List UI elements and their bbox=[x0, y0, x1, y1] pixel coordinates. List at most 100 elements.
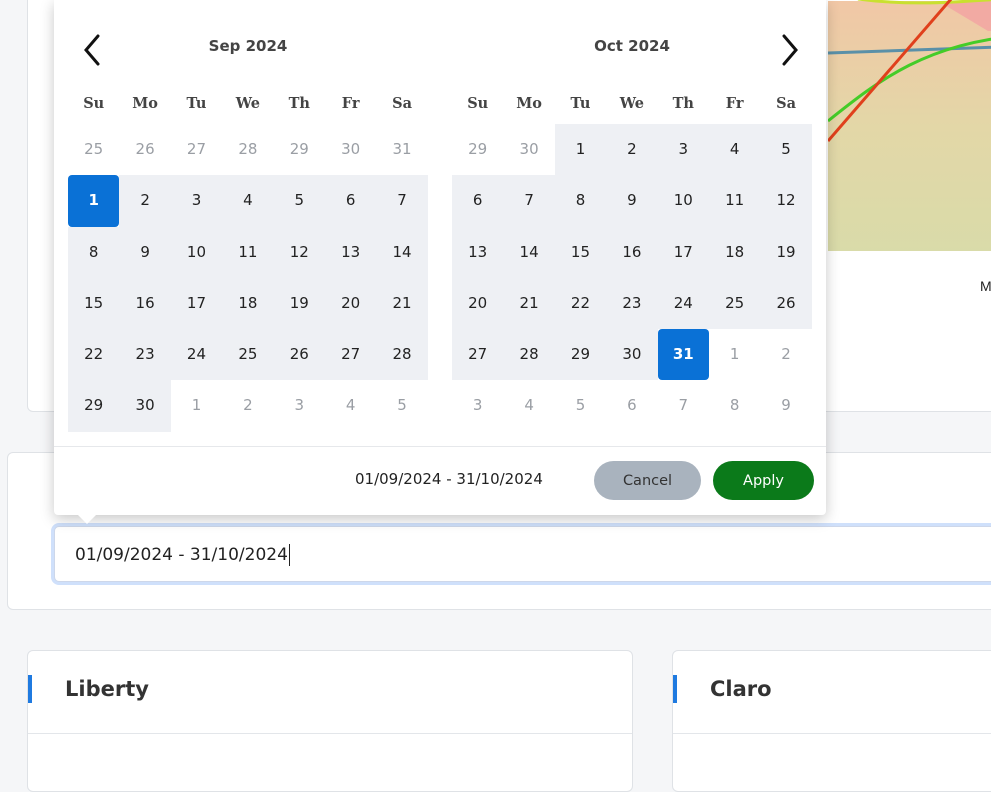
month-title: Oct 2024 bbox=[594, 37, 670, 55]
calendar-day[interactable]: 28 bbox=[376, 329, 428, 381]
calendar-day[interactable]: 13 bbox=[324, 226, 377, 278]
weekday-label: Sa bbox=[776, 95, 796, 112]
calendar-day[interactable]: 16 bbox=[119, 277, 171, 330]
calendar-day[interactable]: 7 bbox=[657, 380, 709, 432]
calendar-day[interactable]: 26 bbox=[119, 124, 171, 176]
calendar-day[interactable]: 18 bbox=[708, 226, 761, 278]
calendar-day[interactable]: 11 bbox=[708, 175, 761, 227]
panel-divider bbox=[673, 733, 991, 734]
calendar-day[interactable]: 18 bbox=[222, 277, 274, 330]
calendar-day[interactable]: 27 bbox=[324, 329, 377, 381]
text-caret bbox=[288, 544, 290, 566]
calendar-day[interactable]: 6 bbox=[606, 380, 658, 432]
calendar-day[interactable]: 5 bbox=[273, 175, 325, 227]
calendar-day[interactable]: 16 bbox=[606, 226, 658, 278]
weekday-label: Su bbox=[467, 95, 489, 112]
calendar-day[interactable]: 24 bbox=[657, 277, 709, 330]
calendar-day[interactable]: 3 bbox=[452, 380, 504, 432]
calendar-day[interactable]: 25 bbox=[222, 329, 274, 381]
calendar-day[interactable]: 8 bbox=[68, 226, 120, 278]
weekday-label: Fr bbox=[341, 95, 360, 112]
calendar-day[interactable]: 2 bbox=[760, 329, 812, 381]
weekday-label: Tu bbox=[186, 95, 207, 112]
calendar-day[interactable]: 25 bbox=[68, 124, 120, 176]
calendar-day[interactable]: 9 bbox=[760, 380, 812, 432]
calendar-day[interactable]: 19 bbox=[273, 277, 325, 330]
weekday-label: We bbox=[235, 95, 261, 112]
calendar-day[interactable]: 21 bbox=[376, 277, 428, 330]
calendar-day-selected[interactable]: 1 bbox=[68, 175, 120, 227]
calendar-day[interactable]: 3 bbox=[657, 124, 709, 176]
weekday-label: Th bbox=[288, 95, 310, 112]
calendar-day[interactable]: 7 bbox=[503, 175, 555, 227]
x-axis-tick-label: May bbox=[980, 278, 991, 294]
calendar-day[interactable]: 3 bbox=[170, 175, 223, 227]
calendar-day[interactable]: 5 bbox=[554, 380, 607, 432]
selected-range-text: 01/09/2024 - 31/10/2024 bbox=[355, 470, 543, 488]
calendar-day[interactable]: 17 bbox=[170, 277, 223, 330]
calendar-day[interactable]: 8 bbox=[554, 175, 607, 227]
calendar-day[interactable]: 27 bbox=[452, 329, 504, 381]
calendar-day[interactable]: 2 bbox=[606, 124, 658, 176]
calendar-day[interactable]: 31 bbox=[376, 124, 428, 176]
calendar-day-selected[interactable]: 31 bbox=[657, 329, 709, 381]
calendar-day[interactable]: 10 bbox=[170, 226, 223, 278]
calendar-day[interactable]: 30 bbox=[606, 329, 658, 381]
calendar-day[interactable]: 4 bbox=[324, 380, 377, 432]
calendar-day[interactable]: 1 bbox=[170, 380, 223, 432]
calendar-day[interactable]: 5 bbox=[376, 380, 428, 432]
calendar-day[interactable]: 2 bbox=[222, 380, 274, 432]
calendar-day[interactable]: 29 bbox=[68, 380, 120, 432]
calendar-day[interactable]: 20 bbox=[452, 277, 504, 330]
calendar-day[interactable]: 5 bbox=[760, 124, 812, 176]
calendar-day[interactable]: 26 bbox=[760, 277, 812, 330]
calendar-day[interactable]: 2 bbox=[119, 175, 171, 227]
weekday-label: We bbox=[619, 95, 645, 112]
calendar-day[interactable]: 27 bbox=[170, 124, 223, 176]
calendar-day[interactable]: 30 bbox=[324, 124, 377, 176]
calendar-day[interactable]: 3 bbox=[273, 380, 325, 432]
calendar-day[interactable]: 9 bbox=[119, 226, 171, 278]
calendar-day[interactable]: 23 bbox=[606, 277, 658, 330]
calendar-day[interactable]: 30 bbox=[119, 380, 171, 432]
calendar-day[interactable]: 6 bbox=[452, 175, 504, 227]
calendar-day[interactable]: 12 bbox=[273, 226, 325, 278]
calendar-day[interactable]: 11 bbox=[222, 226, 274, 278]
calendar-day[interactable]: 28 bbox=[222, 124, 274, 176]
calendar-day[interactable]: 4 bbox=[708, 124, 761, 176]
calendar-day[interactable]: 1 bbox=[708, 329, 761, 381]
calendar-day[interactable]: 17 bbox=[657, 226, 709, 278]
calendar-day[interactable]: 10 bbox=[657, 175, 709, 227]
calendar-day[interactable]: 4 bbox=[503, 380, 555, 432]
calendar-day[interactable]: 24 bbox=[170, 329, 223, 381]
calendar-day[interactable]: 28 bbox=[503, 329, 555, 381]
calendar-day[interactable]: 13 bbox=[452, 226, 504, 278]
weekday-label: Su bbox=[83, 95, 105, 112]
calendar-day[interactable]: 7 bbox=[376, 175, 428, 227]
calendar-day[interactable]: 19 bbox=[760, 226, 812, 278]
calendar-day[interactable]: 15 bbox=[68, 277, 120, 330]
calendar-day[interactable]: 29 bbox=[452, 124, 504, 176]
apply-button[interactable]: Apply bbox=[713, 461, 814, 500]
calendar-day[interactable]: 29 bbox=[554, 329, 607, 381]
calendar-day[interactable]: 12 bbox=[760, 175, 812, 227]
calendar-day[interactable]: 8 bbox=[708, 380, 761, 432]
date-range-input[interactable]: 01/09/2024 - 31/10/2024 bbox=[54, 526, 991, 582]
calendar-day[interactable]: 29 bbox=[273, 124, 325, 176]
calendar-day[interactable]: 20 bbox=[324, 277, 377, 330]
calendar-day[interactable]: 1 bbox=[554, 124, 607, 176]
calendar-day[interactable]: 23 bbox=[119, 329, 171, 381]
calendar-day[interactable]: 14 bbox=[503, 226, 555, 278]
calendar-day[interactable]: 25 bbox=[708, 277, 761, 330]
calendar-day[interactable]: 14 bbox=[376, 226, 428, 278]
calendar-day[interactable]: 9 bbox=[606, 175, 658, 227]
calendar-day[interactable]: 4 bbox=[222, 175, 274, 227]
calendar-day[interactable]: 6 bbox=[324, 175, 377, 227]
calendar-day[interactable]: 15 bbox=[554, 226, 607, 278]
calendar-day[interactable]: 30 bbox=[503, 124, 555, 176]
cancel-button[interactable]: Cancel bbox=[594, 461, 701, 500]
calendar-day[interactable]: 21 bbox=[503, 277, 555, 330]
calendar-day[interactable]: 22 bbox=[68, 329, 120, 381]
calendar-day[interactable]: 26 bbox=[273, 329, 325, 381]
calendar-day[interactable]: 22 bbox=[554, 277, 607, 330]
